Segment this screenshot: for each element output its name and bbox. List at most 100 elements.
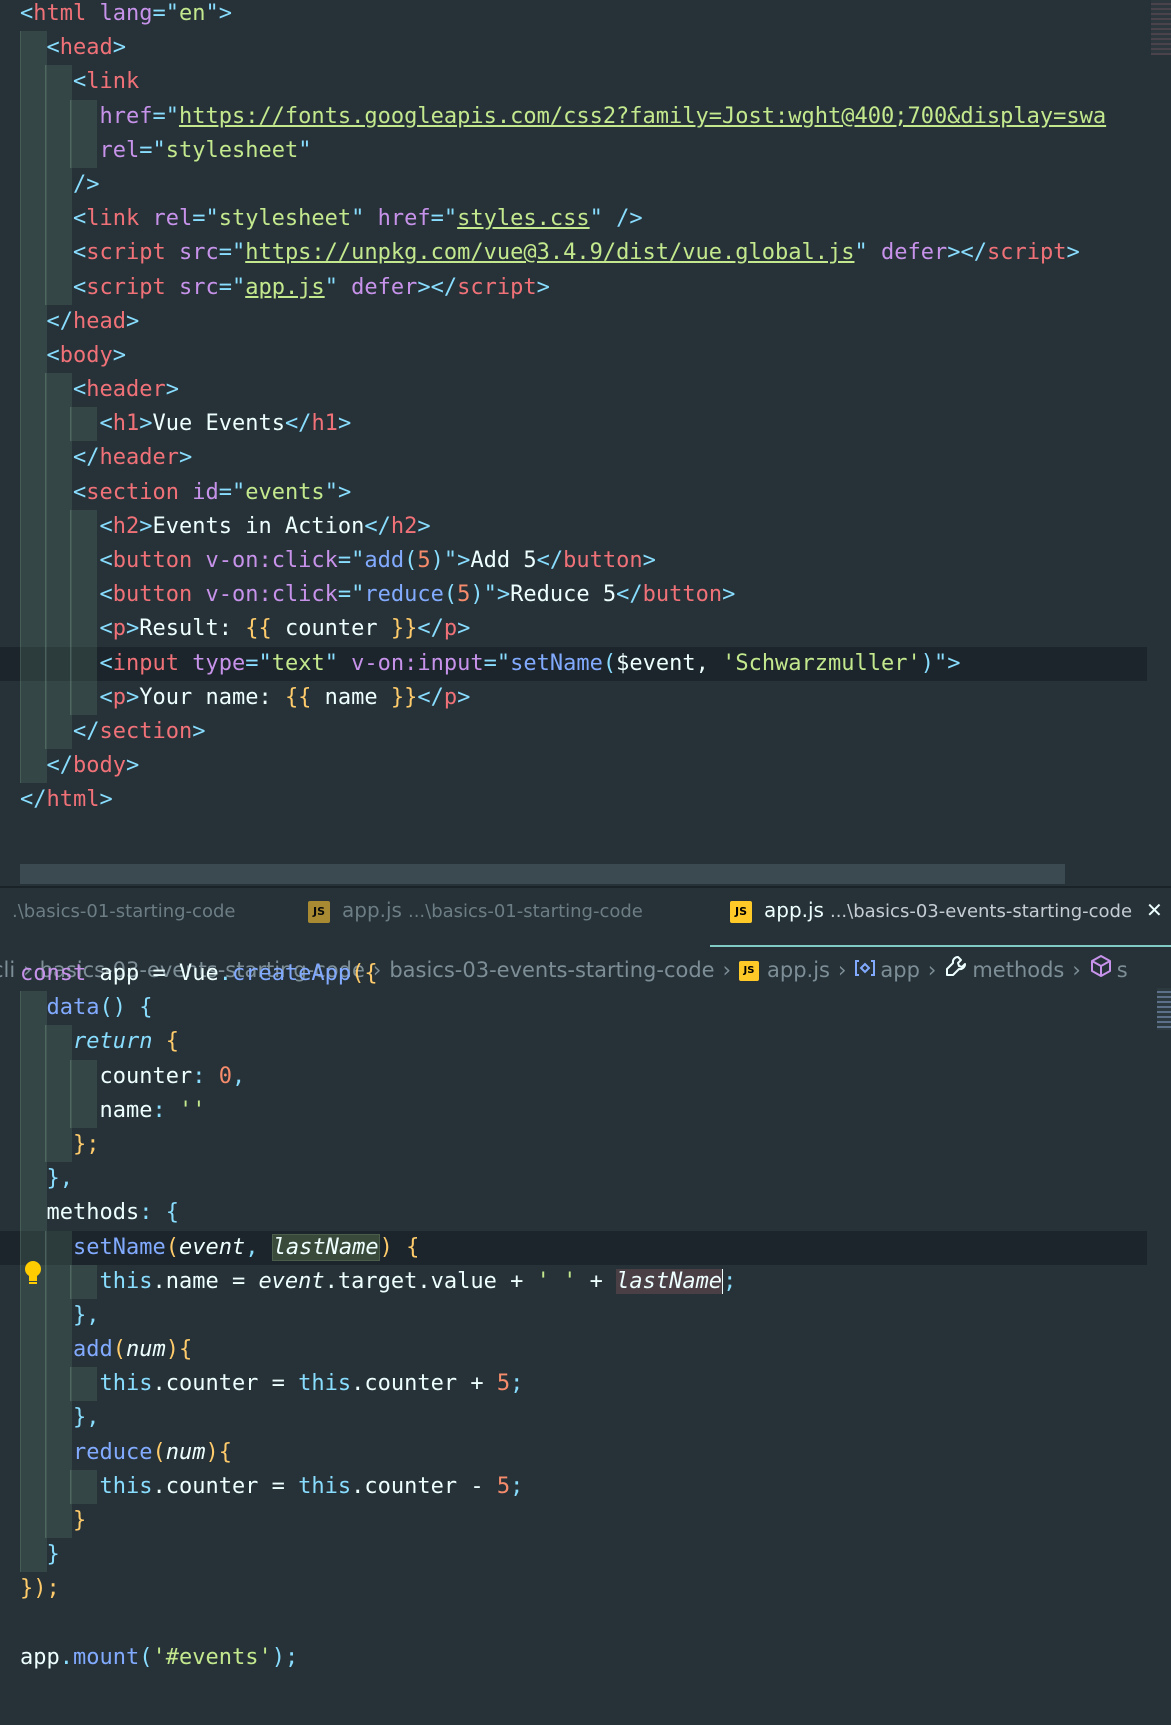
code-line[interactable]: <p>Result: {{ counter }}</p> [0,612,1171,647]
indent-guide [20,99,47,134]
code-line[interactable]: href="https://fonts.googleapis.com/css2?… [0,99,1171,134]
code-line[interactable]: </head> [0,304,1171,339]
indent-guide [45,714,72,750]
code-line[interactable]: return { [0,1025,1171,1060]
code-token: < [20,1,34,26]
code-line[interactable]: }, [0,1298,1171,1334]
tab-app-js-basics-01-b[interactable]: JS app.js ...\basics-01-starting-code [298,888,653,944]
code-line[interactable]: }; [0,1127,1171,1163]
code-line[interactable]: reduce(num){ [0,1435,1171,1470]
indent-guide [45,1059,72,1094]
code-token: , [231,1063,246,1089]
code-token: ' ' [536,1268,577,1294]
code-line[interactable]: counter: 0, [0,1059,1171,1094]
code-line[interactable]: name: '' [0,1093,1171,1128]
code-line[interactable]: const app = Vue.createApp({ [0,957,1171,991]
code-line[interactable]: data() { [0,991,1171,1026]
code-line[interactable]: rel="stylesheet" [0,133,1171,168]
indent-guide [45,578,72,613]
indent-guide [20,338,47,374]
code-token: html [33,1,87,26]
code-token: defer [867,240,948,266]
code-line[interactable]: <link [0,65,1171,100]
code-line[interactable]: <script src="https://unpkg.com/vue@3.4.9… [0,236,1171,271]
indent-guide [20,1025,47,1060]
code-token: =" [337,548,365,573]
code-line[interactable]: <script src="app.js" defer></script> [0,270,1171,305]
code-line[interactable]: </section> [0,714,1171,750]
code-token: </ [417,684,444,710]
code-token: ){ [165,1337,193,1363]
code-line[interactable]: <h2>Events in Action</h2> [0,509,1171,544]
code-token: </ [20,787,47,813]
code-token: }} [390,684,418,710]
code-token: , [245,1234,272,1260]
indent-guide [20,1435,47,1470]
tab-path: .\basics-01-starting-code [12,901,236,922]
code-token: > [337,411,352,437]
code-token: =" [218,240,246,266]
code-token: < [99,548,113,573]
lightbulb-icon[interactable] [22,1260,44,1292]
code-token: this [99,1473,153,1499]
code-line[interactable]: }, [0,1162,1171,1197]
html-editor-pane[interactable]: <html lang="en"> <head> <link href="http… [0,0,1171,888]
code-token: ( [602,650,617,676]
horizontal-scrollbar[interactable] [20,864,1065,884]
code-token: </ [72,718,100,744]
code-line[interactable]: add(num){ [0,1333,1171,1368]
tab-label: app.js [342,898,402,922]
code-token: =" [152,1,179,26]
code-line[interactable]: } [0,1504,1171,1539]
code-token: < [99,411,113,437]
code-line[interactable] [0,1607,1171,1641]
indent-guide [20,714,47,750]
minimap[interactable] [1151,0,1171,55]
code-token: script [86,274,166,300]
code-token: " [854,240,868,266]
minimap[interactable] [1157,988,1171,1030]
code-line[interactable]: <header> [0,373,1171,408]
code-line[interactable]: <body> [0,338,1171,374]
code-line[interactable]: <link rel="stylesheet" href="styles.css"… [0,202,1171,237]
code-token: " [324,274,338,300]
code-line[interactable]: <section id="events"> [0,475,1171,510]
code-token: ( [165,1234,179,1260]
code-line[interactable]: this.counter = this.counter - 5; [0,1469,1171,1504]
code-line[interactable]: this.name = event.target.value + ' ' + l… [0,1264,1171,1299]
code-line[interactable]: <html lang="en"> [0,0,1171,31]
tab-app-js-basics-03-active[interactable]: JS app.js ...\basics-03-events-starting-co… [720,888,1171,944]
code-line[interactable]: this.counter = this.counter + 5; [0,1367,1171,1402]
code-line[interactable]: </html> [0,783,1171,817]
code-line[interactable]: <button v-on:click="reduce(5)">Reduce 5<… [0,578,1171,613]
code-line[interactable]: </body> [0,749,1171,784]
code-line[interactable]: }); [0,1572,1171,1606]
code-line[interactable]: <head> [0,31,1171,66]
code-line[interactable]: app.mount('#events'); [0,1641,1171,1675]
code-line[interactable]: setName(event, lastName) { [0,1230,1147,1265]
code-token: { [392,1234,420,1260]
code-line[interactable]: methods: { [0,1196,1171,1231]
tab-app-js-basics-01[interactable]: .\basics-01-starting-code [0,888,245,944]
code-line[interactable]: }, [0,1401,1171,1436]
code-token: </ [364,513,391,539]
code-line[interactable]: <p>Your name: {{ name }}</p> [0,680,1171,715]
code-token: . [218,961,232,986]
indent-guide [20,270,47,305]
code-token: > [536,274,550,300]
code-line[interactable]: <h1>Vue Events</h1> [0,407,1171,442]
code-line[interactable]: } [0,1538,1171,1573]
indent-guide [20,1093,47,1128]
code-line[interactable]: <button v-on:click="add(5)">Add 5</butto… [0,544,1171,579]
code-token: " [205,1,219,26]
code-token: src [165,274,219,300]
code-line[interactable]: </header> [0,441,1171,476]
indent-guide [20,236,47,271]
code-token: "> [483,582,511,608]
code-token: > [125,753,140,779]
js-editor-pane[interactable]: const app = Vue.createApp({ data() { ret… [0,957,1171,1725]
close-icon[interactable]: ✕ [1146,898,1163,922]
code-line[interactable]: <input type="text" v-on:input="setName($… [0,646,1147,681]
code-token: href [364,206,431,232]
code-line[interactable]: /> [0,167,1171,203]
